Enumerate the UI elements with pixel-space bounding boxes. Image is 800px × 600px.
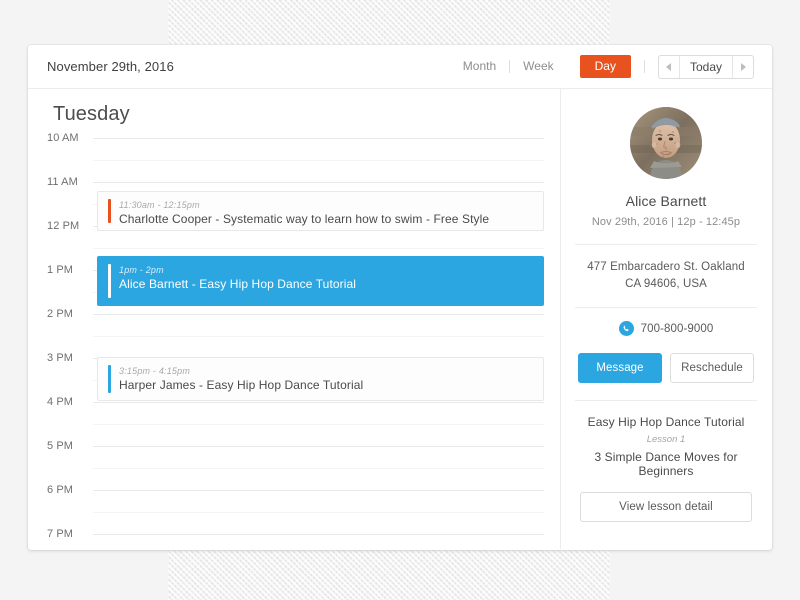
lesson-title: Easy Hip Hop Dance Tutorial xyxy=(587,415,745,429)
hour-label: 5 PM xyxy=(47,440,74,452)
hour-label: 12 PM xyxy=(47,220,80,232)
hour-label: 2 PM xyxy=(47,308,74,320)
time-slot[interactable]: 10 AM xyxy=(47,132,544,182)
event-time: 3:15pm - 4:15pm xyxy=(119,366,191,376)
time-slot[interactable]: 2 PM xyxy=(47,308,544,358)
view-button-day[interactable]: Day xyxy=(579,55,631,78)
phone-number: 700-800-9000 xyxy=(640,322,714,335)
time-grid[interactable]: 10 AM 11 AM 12 PM 1 PM 2 PM 3 PM 4 PM 5 … xyxy=(47,132,544,540)
attendee-name: Alice Barnett xyxy=(625,193,707,209)
hour-label: 3 PM xyxy=(47,352,74,364)
hour-line xyxy=(93,446,544,447)
event-text: 11:30am - 12:15pm Charlotte Cooper - Sys… xyxy=(119,199,489,226)
action-buttons: Message Reschedule xyxy=(561,351,771,400)
half-hour-line xyxy=(93,512,544,513)
time-slot[interactable]: 7 PM xyxy=(47,528,544,550)
half-hour-line xyxy=(93,248,544,249)
calendar-event[interactable]: 11:30am - 12:15pm Charlotte Cooper - Sys… xyxy=(97,191,544,231)
view-button-week[interactable]: Week xyxy=(510,55,566,78)
date-nav-group: Today xyxy=(657,54,754,79)
event-title: Harper James - Easy Hip Hop Dance Tutori… xyxy=(119,378,364,392)
day-title: Tuesday xyxy=(53,103,130,125)
hour-line xyxy=(93,490,544,491)
hour-label: 10 AM xyxy=(47,132,79,144)
phone-icon xyxy=(618,321,634,336)
message-button[interactable]: Message xyxy=(578,353,662,383)
hour-line xyxy=(93,314,544,315)
hour-line xyxy=(93,138,544,139)
avatar xyxy=(630,107,702,179)
view-button-month[interactable]: Month xyxy=(450,55,509,78)
today-button[interactable]: Today xyxy=(678,55,733,78)
card-body: Tuesday 10 AM 11 AM 12 PM 1 PM 2 PM 3 PM… xyxy=(28,89,772,549)
hour-line xyxy=(93,402,544,403)
lesson-block: Easy Hip Hop Dance Tutorial Lesson 1 3 S… xyxy=(561,401,771,522)
half-hour-line xyxy=(93,336,544,337)
hour-label: 4 PM xyxy=(47,396,74,408)
appointment-datetime: Nov 29th, 2016 | 12p - 12:45p xyxy=(591,216,741,228)
calendar-card: November 29th, 2016 Month Week Day Today… xyxy=(28,45,772,550)
hour-line xyxy=(93,182,544,183)
time-slot[interactable]: 4 PM xyxy=(47,396,544,446)
hour-label: 7 PM xyxy=(47,528,74,540)
calendar-event[interactable]: 3:15pm - 4:15pm Harper James - Easy Hip … xyxy=(97,357,544,401)
view-switcher: Month Week Day Today xyxy=(450,54,754,79)
event-title: Alice Barnett - Easy Hip Hop Dance Tutor… xyxy=(119,277,357,291)
event-time: 11:30am - 12:15pm xyxy=(119,200,200,210)
time-slot[interactable]: 6 PM xyxy=(47,484,544,534)
event-time: 1pm - 2pm xyxy=(119,265,164,275)
calendar-event-selected[interactable]: 1pm - 2pm Alice Barnett - Easy Hip Hop D… xyxy=(97,256,544,306)
lesson-subtitle: 3 Simple Dance Moves for Beginners xyxy=(594,450,738,478)
half-hour-line xyxy=(93,424,544,425)
half-hour-line xyxy=(93,160,544,161)
card-header: November 29th, 2016 Month Week Day Today xyxy=(28,45,772,89)
triangle-right-icon[interactable] xyxy=(733,56,753,78)
view-lesson-detail-button[interactable]: View lesson detail xyxy=(580,492,752,522)
hour-label: 6 PM xyxy=(47,484,74,496)
event-title: Charlotte Cooper - Systematic way to lea… xyxy=(119,212,490,226)
event-accent-bar xyxy=(108,365,111,393)
event-accent-bar xyxy=(108,264,111,298)
event-detail-panel: Alice Barnett Nov 29th, 2016 | 12p - 12:… xyxy=(561,89,771,549)
phone-row[interactable]: 700-800-9000 xyxy=(561,308,771,351)
day-calendar: Tuesday 10 AM 11 AM 12 PM 1 PM 2 PM 3 PM… xyxy=(28,89,561,549)
attendee-address: 477 Embarcadero St. Oakland CA 94606, US… xyxy=(587,261,745,290)
hour-line xyxy=(93,534,544,535)
event-text: 1pm - 2pm Alice Barnett - Easy Hip Hop D… xyxy=(119,264,356,298)
header-date-label: November 29th, 2016 xyxy=(47,59,174,74)
triangle-left-icon[interactable] xyxy=(659,56,679,78)
event-text: 3:15pm - 4:15pm Harper James - Easy Hip … xyxy=(119,365,363,393)
lesson-number: Lesson 1 xyxy=(646,434,686,445)
time-slot[interactable]: 5 PM xyxy=(47,440,544,490)
event-accent-bar xyxy=(108,199,111,223)
nav-separator xyxy=(643,60,645,73)
hour-label: 11 AM xyxy=(47,176,78,188)
reschedule-button[interactable]: Reschedule xyxy=(670,353,754,383)
half-hour-line xyxy=(93,468,544,469)
hour-label: 1 PM xyxy=(47,264,74,276)
